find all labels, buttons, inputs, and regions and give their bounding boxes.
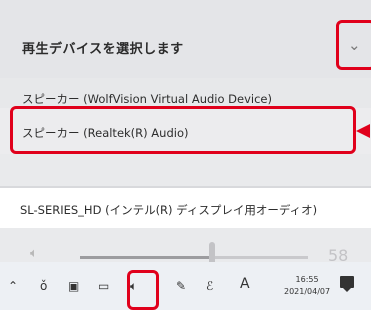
device-label: スピーカー (Realtek(R) Audio) bbox=[22, 126, 189, 140]
chevron-up-icon[interactable]: ⌃ bbox=[8, 279, 18, 293]
device-label: スピーカー (WolfVision Virtual Audio Device) bbox=[22, 92, 272, 106]
flyout-title: 再生デバイスを選択します bbox=[22, 42, 184, 57]
battery-icon[interactable]: ▭ bbox=[98, 279, 109, 293]
pointer-arrow bbox=[356, 124, 370, 138]
volume-slider-fill bbox=[80, 256, 213, 259]
device-item-sl-series[interactable]: SL-SERIES_HD (インテル(R) ディスプレイ用オーディオ) bbox=[0, 188, 371, 228]
taskbar: ⌃ ǒ ▣ ▭ 🔈︎ ✎ ℰ A 16:55 2021/04/07 bbox=[0, 262, 371, 310]
clock-time: 16:55 bbox=[295, 275, 319, 284]
device-label: SL-SERIES_HD (インテル(R) ディスプレイ用オーディオ) bbox=[20, 203, 318, 217]
clock-date: 2021/04/07 bbox=[284, 287, 331, 296]
speaker-icon[interactable]: 🔈︎ bbox=[30, 246, 38, 261]
ime-indicator[interactable]: A bbox=[240, 276, 250, 292]
spacer bbox=[0, 154, 371, 186]
usb-icon[interactable]: ǒ bbox=[40, 279, 47, 293]
speaker-icon[interactable]: 🔈︎ bbox=[130, 279, 137, 294]
stylus-icon[interactable]: ℰ bbox=[206, 279, 213, 293]
notification-icon[interactable] bbox=[340, 276, 354, 292]
tablet-icon[interactable]: ▣ bbox=[68, 279, 79, 293]
pen-icon[interactable]: ✎ bbox=[176, 279, 186, 293]
device-item-realtek[interactable]: スピーカー (Realtek(R) Audio) bbox=[0, 108, 371, 154]
chevron-down-icon: ⌄ bbox=[348, 36, 361, 54]
clock[interactable]: 16:55 2021/04/07 bbox=[284, 274, 330, 298]
flyout-header: 再生デバイスを選択します ⌄ bbox=[0, 0, 371, 84]
collapse-button[interactable]: ⌄ bbox=[340, 26, 370, 66]
audio-device-flyout: 再生デバイスを選択します ⌄ スピーカー (WolfVision Virtual… bbox=[0, 0, 371, 255]
volume-slider[interactable] bbox=[80, 256, 308, 259]
